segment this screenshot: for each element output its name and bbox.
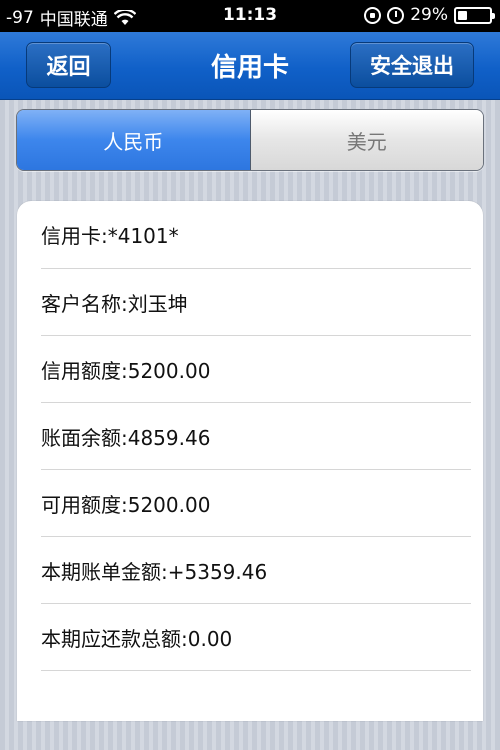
tab-rmb[interactable]: 人民币 [17, 110, 251, 170]
total-due-row: 本期应还款总额:0.00 [41, 604, 471, 671]
battery-percent: 29% [410, 5, 448, 25]
signal-strength: -97 [6, 7, 34, 28]
logout-button[interactable]: 安全退出 [350, 42, 474, 88]
customer-name-row: 客户名称:刘玉坤 [41, 269, 471, 336]
credit-limit-row: 信用额度:5200.00 [41, 336, 471, 403]
wifi-icon [113, 8, 137, 26]
battery-fill [458, 10, 467, 20]
card-number-row: 信用卡:*4101* [41, 201, 471, 269]
back-button[interactable]: 返回 [26, 42, 111, 88]
account-details-card: 信用卡:*4101* 客户名称:刘玉坤 信用额度:5200.00 账面余额:48… [17, 201, 483, 721]
alarm-icon [387, 6, 405, 24]
status-bar: -97 中国联通 11:13 29% [0, 0, 500, 32]
tab-usd[interactable]: 美元 [250, 110, 483, 170]
available-credit-row: 可用额度:5200.00 [41, 470, 471, 537]
book-balance-row: 账面余额:4859.46 [41, 403, 471, 470]
statement-amount-row: 本期账单金额:+5359.46 [41, 537, 471, 604]
battery-icon [454, 6, 495, 24]
rotation-lock-icon [364, 6, 382, 24]
navigation-bar: 返回 信用卡 安全退出 [0, 32, 500, 100]
currency-segmented-control: 人民币 美元 [16, 109, 484, 171]
carrier-name: 中国联通 [39, 10, 108, 30]
